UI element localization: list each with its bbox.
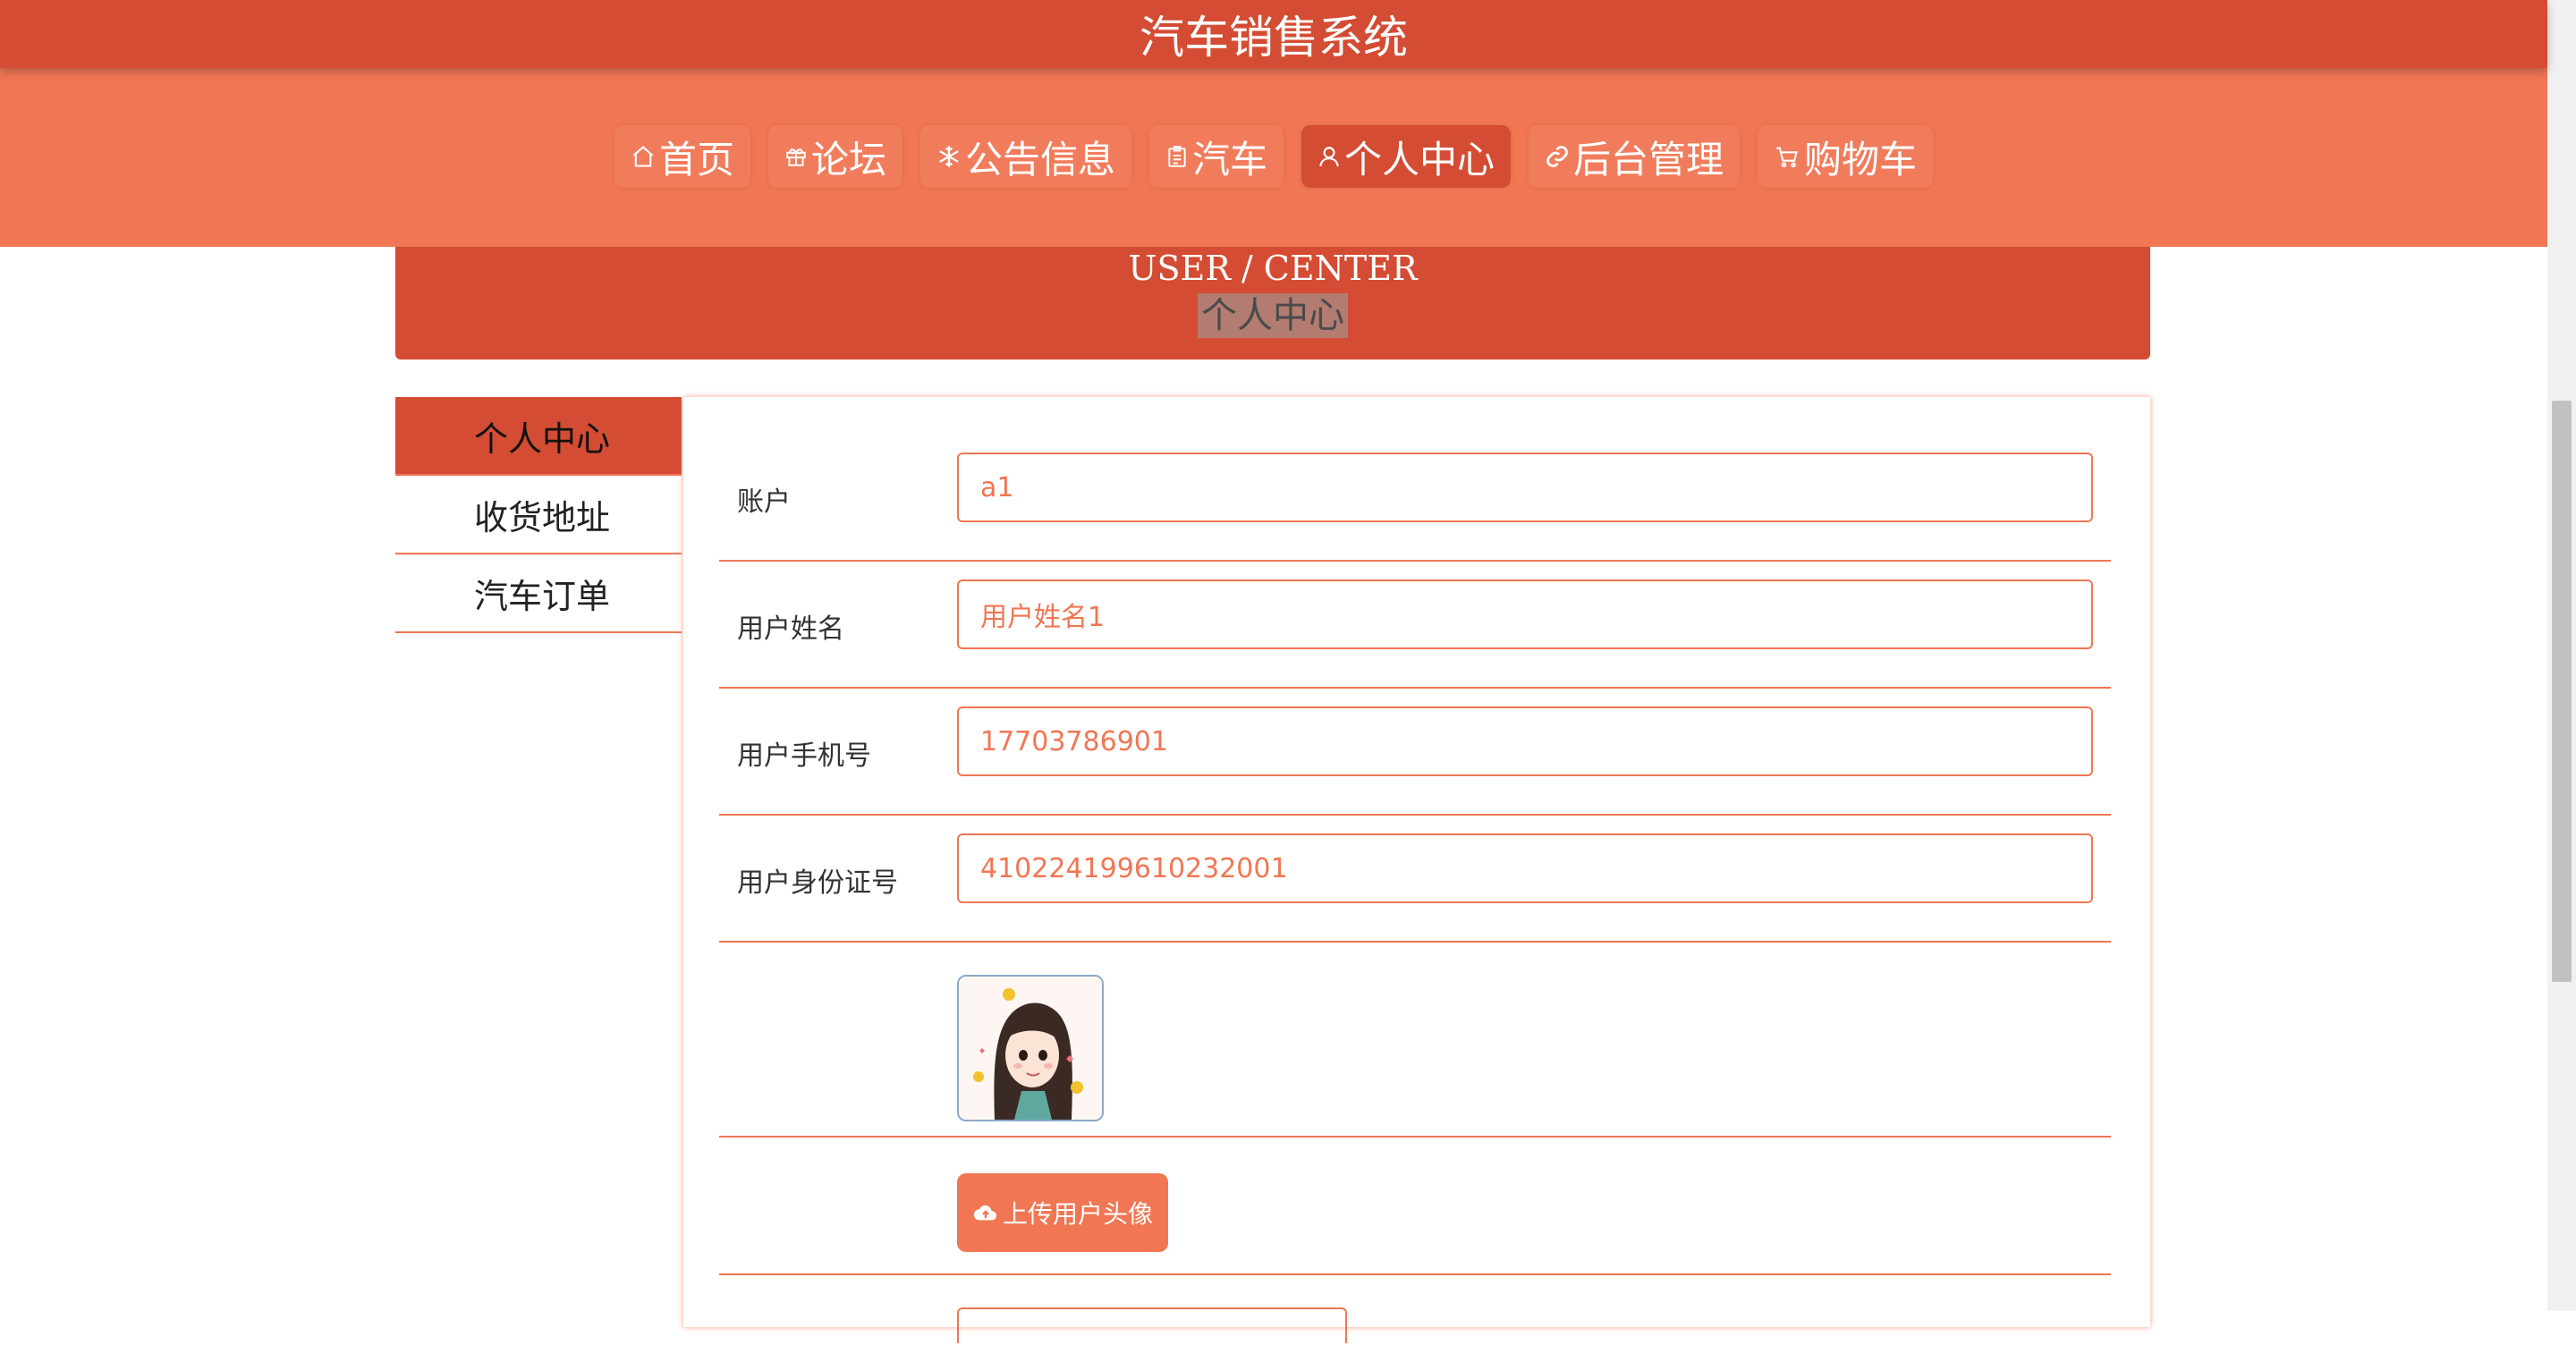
form-row-phone: 用户手机号	[719, 687, 2111, 816]
form-row-next	[719, 1273, 2111, 1345]
scrollbar[interactable]	[2547, 0, 2576, 1311]
sidebar-item-label: 个人中心	[474, 419, 611, 459]
sidebar-item-address[interactable]: 收货地址	[395, 476, 682, 554]
account-input[interactable]	[957, 453, 2093, 522]
main-nav: 首页 论坛 公告信息 汽车 个人中心 后台管理 购物车	[0, 125, 2547, 188]
nav-item-admin[interactable]: 后台管理	[1529, 125, 1741, 188]
avatar-illustration	[959, 977, 1102, 1120]
nav-label: 个人中心	[1344, 137, 1496, 182]
phone-label: 用户手机号	[737, 740, 871, 772]
next-field[interactable]	[957, 1307, 1347, 1343]
upload-avatar-label: 上传用户头像	[1002, 1199, 1153, 1229]
id-number-input[interactable]	[957, 833, 2093, 903]
form-row-upload: 上传用户头像	[719, 1136, 2111, 1275]
nav-label: 首页	[658, 137, 734, 182]
app-title: 汽车销售系统	[1140, 12, 1408, 63]
id-number-label: 用户身份证号	[737, 867, 898, 899]
form-row-account: 账户	[719, 433, 2111, 562]
name-label: 用户姓名	[737, 613, 844, 645]
form-row-avatar	[719, 941, 2111, 1138]
phone-input[interactable]	[957, 706, 2093, 776]
nav-label: 购物车	[1804, 137, 1918, 182]
sidebar: 个人中心 收货地址 汽车订单	[395, 397, 682, 633]
app-title-bar: 汽车销售系统	[0, 0, 2547, 68]
nav-item-notice[interactable]: 公告信息	[919, 125, 1131, 188]
upload-avatar-button[interactable]: 上传用户头像	[957, 1173, 1168, 1252]
nav-band: 首页 论坛 公告信息 汽车 个人中心 后台管理 购物车	[0, 68, 2547, 247]
sidebar-item-user-center[interactable]: 个人中心	[395, 397, 682, 476]
form-row-id-number: 用户身份证号	[719, 814, 2111, 943]
nav-label: 公告信息	[964, 137, 1115, 182]
gift-icon	[784, 145, 808, 168]
nav-item-home[interactable]: 首页	[614, 125, 750, 188]
sidebar-item-label: 汽车订单	[474, 576, 611, 616]
form-row-name: 用户姓名	[719, 560, 2111, 689]
user-icon	[1318, 144, 1341, 169]
nav-item-cart[interactable]: 购物车	[1758, 125, 1934, 188]
nav-label: 后台管理	[1573, 137, 1724, 182]
nav-label: 论坛	[810, 137, 886, 182]
profile-form-panel: 账户 用户姓名 用户手机号 用户身份证号	[683, 397, 2150, 1343]
home-icon	[631, 144, 656, 169]
cloud-upload-icon	[972, 1202, 999, 1223]
avatar	[957, 975, 1104, 1121]
snowflake-icon	[936, 144, 962, 169]
nav-item-car[interactable]: 汽车	[1148, 125, 1284, 188]
banner-title-cn: 个人中心	[1198, 293, 1348, 338]
cart-icon	[1774, 144, 1801, 169]
name-input[interactable]	[957, 579, 2093, 649]
banner-title-en: USER / CENTER	[1128, 249, 1418, 288]
nav-item-user-center[interactable]: 个人中心	[1301, 125, 1512, 188]
nav-item-forum[interactable]: 论坛	[767, 125, 902, 188]
sidebar-item-label: 收货地址	[474, 497, 611, 537]
sidebar-item-orders[interactable]: 汽车订单	[395, 554, 682, 633]
page-banner: USER / CENTER 个人中心	[395, 247, 2150, 360]
clipboard-icon	[1165, 144, 1189, 169]
scrollbar-thumb[interactable]	[2552, 401, 2572, 982]
account-label: 账户	[737, 486, 791, 518]
nav-label: 汽车	[1191, 137, 1267, 182]
link-icon	[1545, 144, 1570, 169]
